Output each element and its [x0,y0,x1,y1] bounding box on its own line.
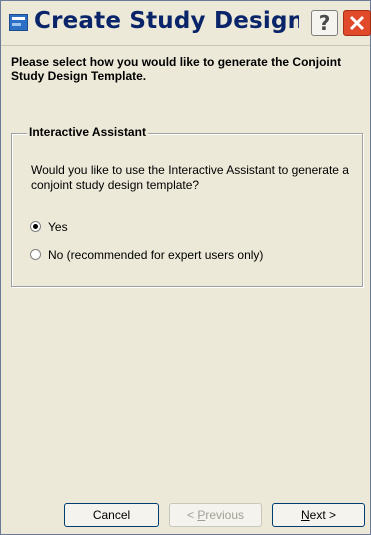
interactive-assistant-group [11,133,363,287]
close-button[interactable] [343,10,371,36]
previous-rest: revious [205,508,245,522]
title-bar[interactable]: Create Study Design T... ? [1,1,371,46]
app-icon [9,14,28,31]
cancel-label: Cancel [92,508,131,522]
question-text: Would you like to use the Interactive As… [31,163,349,192]
group-legend: Interactive Assistant [27,125,148,139]
cancel-button[interactable]: Cancel [64,503,159,527]
radio-no-label[interactable]: No (recommended for expert users only) [48,248,263,262]
close-icon [349,15,365,31]
next-button[interactable]: Next > [272,503,365,527]
dialog-window: Create Study Design T... ? Please select… [0,0,371,535]
next-rest: ext > [309,508,337,522]
radio-no-indicator[interactable] [30,249,41,260]
radio-yes-indicator[interactable] [30,221,41,232]
help-icon: ? [318,11,331,35]
intro-text: Please select how you would like to gene… [11,55,342,83]
next-accel: N [300,508,310,522]
help-button[interactable]: ? [311,10,338,36]
radio-yes-label[interactable]: Yes [48,220,68,234]
previous-button[interactable]: < Previous [169,503,262,527]
previous-prefix: < [186,508,198,522]
window-title: Create Study Design T... [34,8,299,34]
